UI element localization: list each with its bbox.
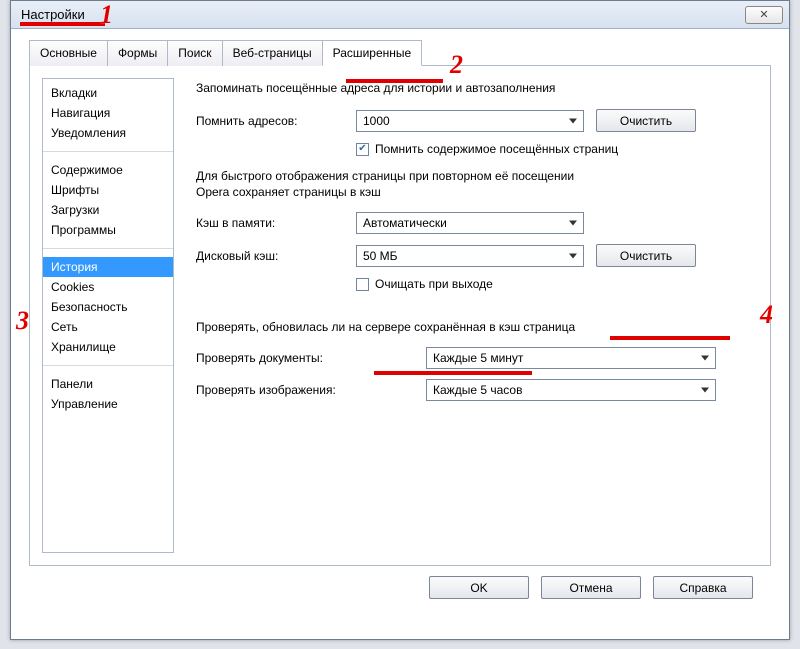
clear-history-button[interactable]: Очистить — [596, 109, 696, 132]
memory-cache-combo[interactable]: Автоматически — [356, 212, 584, 234]
tab-forms[interactable]: Формы — [107, 40, 168, 66]
sidebar-item-tabs[interactable]: Вкладки — [43, 83, 173, 103]
remember-addresses-label: Помнить адресов: — [196, 114, 356, 128]
tab-search[interactable]: Поиск — [167, 40, 222, 66]
sidebar-item-storage[interactable]: Хранилище — [43, 337, 173, 357]
sidebar-item-management[interactable]: Управление — [43, 394, 173, 414]
remember-addresses-combo[interactable]: 1000 — [356, 110, 584, 132]
sidebar-item-network[interactable]: Сеть — [43, 317, 173, 337]
tab-strip: Основные Формы Поиск Веб-страницы Расшир… — [29, 39, 771, 66]
sidebar-item-fonts[interactable]: Шрифты — [43, 180, 173, 200]
tab-pane-advanced: Вкладки Навигация Уведомления Содержимое… — [29, 66, 771, 566]
settings-main-panel: Запоминать посещённые адреса для истории… — [174, 66, 770, 565]
sidebar-separator — [43, 248, 173, 249]
clear-on-exit-label: Очищать при выходе — [375, 277, 493, 291]
advanced-sidebar: Вкладки Навигация Уведомления Содержимое… — [42, 78, 174, 553]
sidebar-item-history[interactable]: История — [43, 257, 173, 277]
memory-cache-label: Кэш в памяти: — [196, 216, 356, 230]
sidebar-separator — [43, 151, 173, 152]
remember-content-label: Помнить содержимое посещённых страниц — [375, 142, 618, 156]
help-button[interactable]: Справка — [653, 576, 753, 599]
check-images-label: Проверять изображения: — [196, 383, 426, 397]
sidebar-item-cookies[interactable]: Cookies — [43, 277, 173, 297]
sidebar-item-security[interactable]: Безопасность — [43, 297, 173, 317]
clear-on-exit-checkbox[interactable] — [356, 278, 369, 291]
sidebar-item-programs[interactable]: Программы — [43, 220, 173, 240]
history-heading: Запоминать посещённые адреса для истории… — [196, 81, 760, 95]
cancel-button[interactable]: Отмена — [541, 576, 641, 599]
check-heading: Проверять, обновилась ли на сервере сохр… — [196, 319, 760, 335]
disk-cache-combo[interactable]: 50 МБ — [356, 245, 584, 267]
sidebar-item-notifications[interactable]: Уведомления — [43, 123, 173, 143]
disk-cache-label: Дисковый кэш: — [196, 249, 356, 263]
sidebar-item-content[interactable]: Содержимое — [43, 160, 173, 180]
titlebar: Настройки ✕ — [11, 1, 789, 29]
check-documents-label: Проверять документы: — [196, 351, 426, 365]
tab-general[interactable]: Основные — [29, 40, 108, 66]
remember-content-checkbox[interactable]: ✔ — [356, 143, 369, 156]
sidebar-item-downloads[interactable]: Загрузки — [43, 200, 173, 220]
cache-description: Для быстрого отображения страницы при по… — [196, 168, 760, 200]
check-documents-combo[interactable]: Каждые 5 минут — [426, 347, 716, 369]
clear-disk-cache-button[interactable]: Очистить — [596, 244, 696, 267]
dialog-button-row: OK Отмена Справка — [29, 566, 771, 599]
window-title: Настройки — [21, 7, 745, 22]
tab-webpages[interactable]: Веб-страницы — [222, 40, 323, 66]
sidebar-item-navigation[interactable]: Навигация — [43, 103, 173, 123]
window-close-button[interactable]: ✕ — [745, 6, 783, 24]
check-images-combo[interactable]: Каждые 5 часов — [426, 379, 716, 401]
ok-button[interactable]: OK — [429, 576, 529, 599]
settings-window: Настройки ✕ Основные Формы Поиск Веб-стр… — [10, 0, 790, 640]
sidebar-separator — [43, 365, 173, 366]
tab-advanced[interactable]: Расширенные — [322, 40, 423, 66]
sidebar-item-panels[interactable]: Панели — [43, 374, 173, 394]
